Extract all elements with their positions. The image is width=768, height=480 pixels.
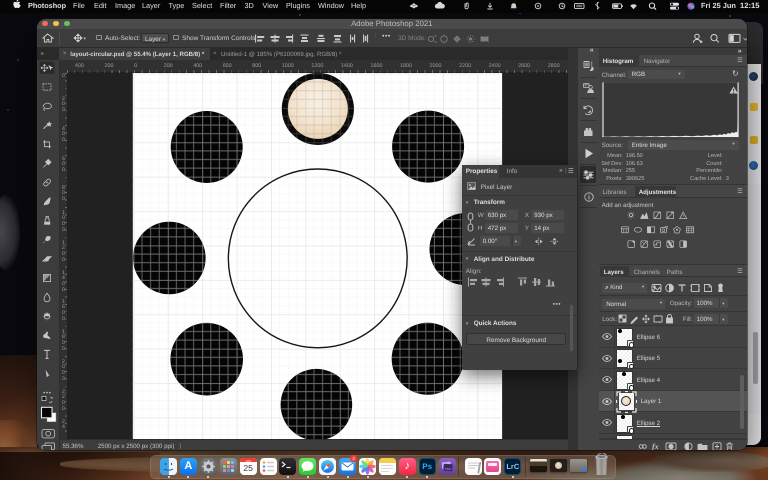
svg-text:FILE: FILE [445, 467, 451, 471]
svg-text:fx: fx [652, 442, 659, 451]
